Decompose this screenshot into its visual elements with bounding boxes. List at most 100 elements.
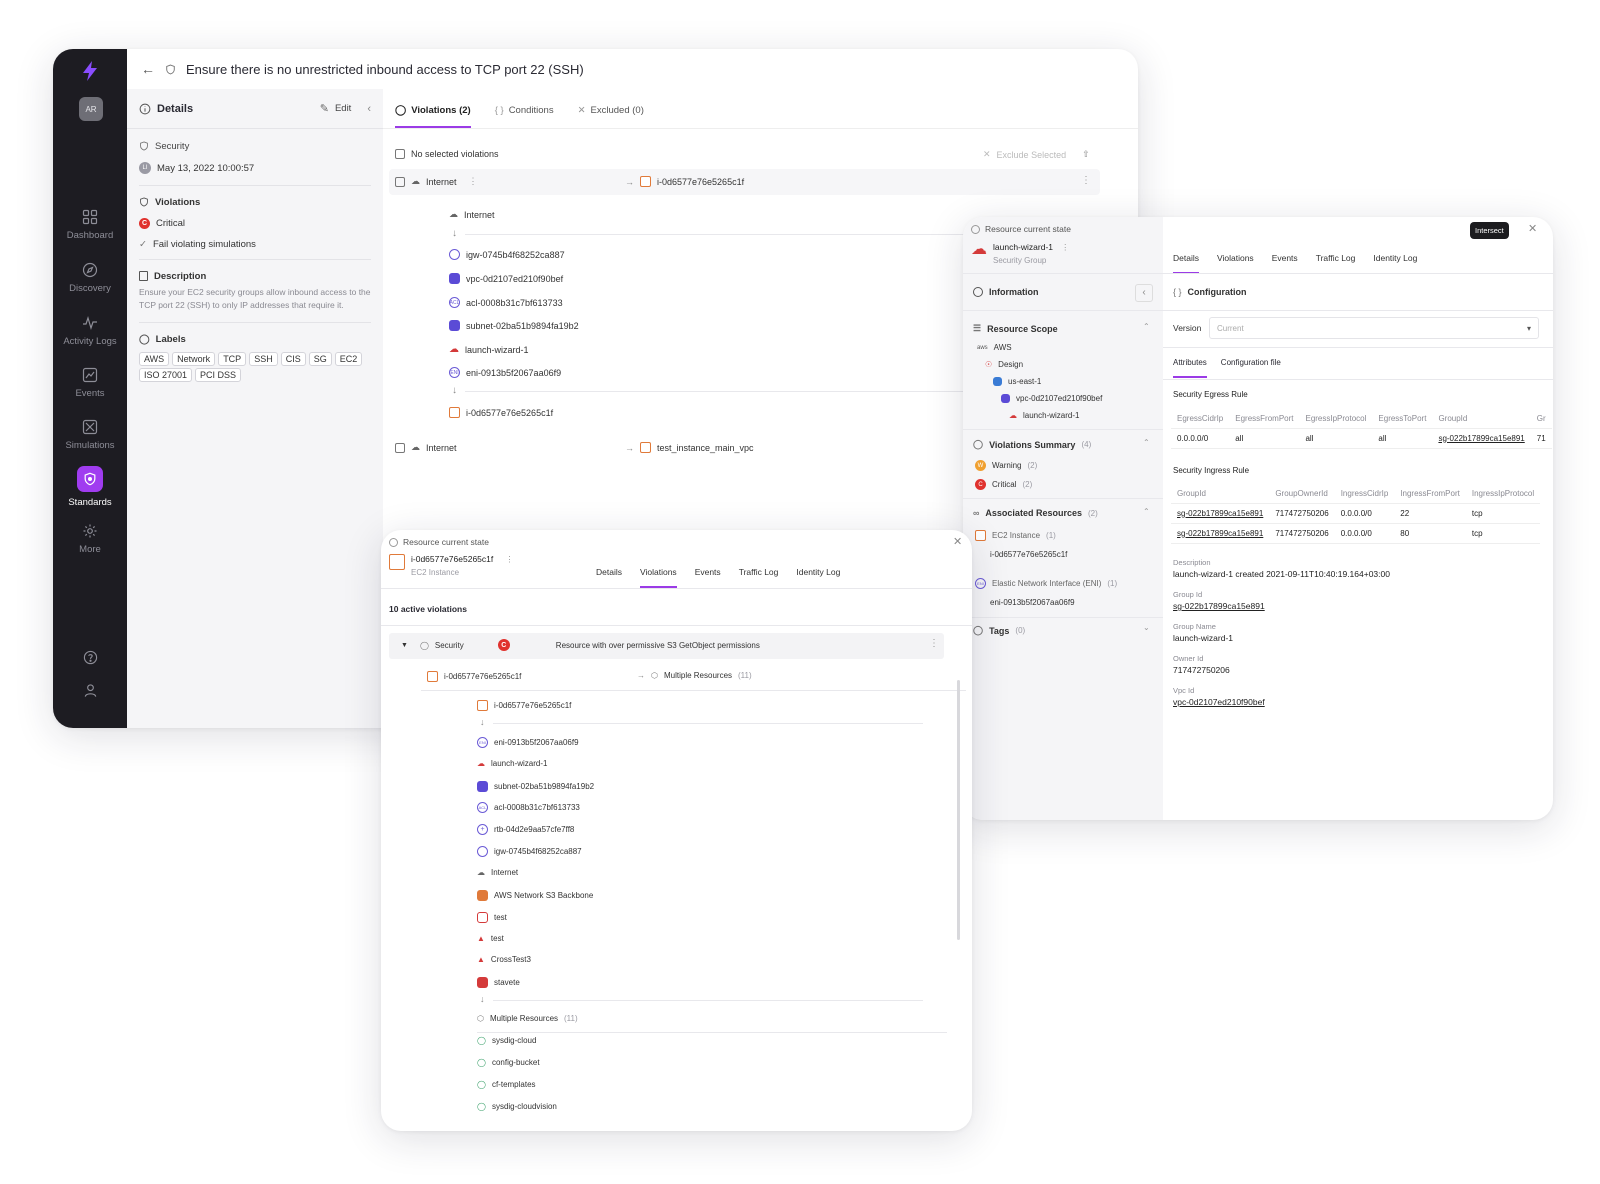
path-node[interactable]: ACL acl-0008b31c7bf613733 [449,297,563,308]
path-node[interactable]: subnet-02ba51b9894fa19b2 [449,320,579,331]
path-node[interactable]: test [477,912,507,923]
nav-discovery[interactable]: Discovery [53,262,127,294]
table-link[interactable]: sg-022b17899ca15e891 [1432,428,1530,448]
path-node[interactable]: ☁ Internet [477,868,518,877]
scope-item[interactable]: us-east-1 [993,377,1041,386]
subtab-config-file[interactable]: Configuration file [1221,358,1281,378]
help-icon[interactable] [53,650,127,665]
kv-link[interactable]: sg-022b17899ca15e891 [1173,601,1265,611]
bucket-item[interactable]: ◯ sysdig-cloudvision [477,1102,557,1111]
res1-tab-traffic-log[interactable]: Traffic Log [739,567,779,588]
back-arrow-icon[interactable]: ← [141,61,155,77]
nav-simulations[interactable]: Simulations [53,419,127,451]
edit-button[interactable]: Edit [335,103,351,114]
subtab-attributes[interactable]: Attributes [1173,358,1207,378]
nav-standards[interactable]: Standards [53,466,127,508]
nav-more[interactable]: More [53,523,127,555]
tab-conditions[interactable]: { } Conditions [495,105,554,128]
table-link[interactable]: sg-022b17899ca15e891 [1171,523,1269,543]
multiple-resources[interactable]: ⬡ Multiple Resources (11) [477,1014,578,1023]
label-chip[interactable]: AWS [139,352,170,366]
bucket-item[interactable]: ◯ config-bucket [477,1058,540,1067]
intersect-button[interactable]: Intersect [1470,222,1509,239]
row-checkbox[interactable] [395,176,405,187]
path-node[interactable]: igw-0745b4f68252ca887 [449,249,565,260]
path-node[interactable]: stavete [477,977,520,988]
label-chip[interactable]: EC2 [334,352,363,366]
warning-row[interactable]: W Warning (2) [975,460,1037,471]
close-icon[interactable]: ✕ [1528,222,1537,235]
res2-tab-identity-log[interactable]: Identity Log [1373,253,1417,274]
pencil-icon[interactable]: ✎ [320,102,329,115]
path-node[interactable]: ☁ Internet [449,209,495,220]
label-chip[interactable]: SSH [249,352,278,366]
res2-tab-violations[interactable]: Violations [1217,253,1254,274]
res1-tab-identity-log[interactable]: Identity Log [796,567,840,588]
path-node[interactable]: AWS Network S3 Backbone [477,890,593,901]
caret-down-icon[interactable]: ▼ [401,642,408,649]
res1-tab-details[interactable]: Details [596,567,622,588]
violations-summary-header[interactable]: ◯ Violations Summary (4) [973,439,1091,450]
row-menu-icon[interactable]: ⋮ [1081,175,1091,186]
logo-icon[interactable] [78,59,102,83]
path-node[interactable]: ACL acl-0008b31c7bf613733 [477,802,580,813]
table-link[interactable]: sg-022b17899ca15e891 [1171,503,1269,523]
res1-tab-events[interactable]: Events [695,567,721,588]
path-node[interactable]: ☁ launch-wizard-1 [477,759,547,768]
associated-header[interactable]: ∞ Associated Resources (2) [973,508,1098,518]
bucket-item[interactable]: ◯ sysdig-cloud [477,1036,536,1045]
scope-item[interactable]: ☁ launch-wizard-1 [1009,411,1079,420]
scope-item[interactable]: aws AWS [977,343,1012,352]
path-node[interactable]: subnet-02ba51b9894fa19b2 [477,781,594,792]
nav-dashboard[interactable]: Dashboard [53,209,127,241]
export-icon[interactable]: ⇧ [1082,149,1090,160]
select-all-checkbox[interactable] [395,149,405,159]
tab-excluded[interactable]: ✕ Excluded (0) [578,105,644,128]
bucket-item[interactable]: ◯ cf-templates [477,1080,536,1089]
close-icon[interactable]: ✕ [953,535,962,548]
res1-tab-violations[interactable]: Violations [639,567,677,588]
avatar[interactable]: AR [79,97,103,121]
critical-row[interactable]: C Critical (2) [975,479,1032,490]
tags-header[interactable]: ◯ Tags (0) [973,625,1025,636]
path-node[interactable]: ☁ launch-wizard-1 [449,344,529,355]
eni-id[interactable]: eni-0913b5f2067aa06f9 [990,598,1075,607]
path-node[interactable]: i-0d6577e76e5265c1f [449,407,553,418]
kebab-icon[interactable]: ⋮ [929,638,939,649]
row-checkbox[interactable] [395,442,405,453]
user-icon[interactable] [53,683,127,698]
scope-item[interactable]: vpc-0d2107ed210f90bef [1001,394,1102,403]
label-chip[interactable]: TCP [218,352,247,366]
exclude-selected[interactable]: ✕ Exclude Selected ⇧ [983,149,1090,160]
chevron-up-icon[interactable]: ⌃ [1143,507,1150,516]
scope-header[interactable]: ☰ Resource Scope [973,323,1058,334]
kebab-icon[interactable]: ⋮ [1061,242,1070,253]
kebab-icon[interactable]: ⋮ [505,554,514,565]
violation-from[interactable]: i-0d6577e76e5265c1f [427,671,521,682]
kebab-icon[interactable]: ⋮ [469,176,478,187]
label-chip[interactable]: ISO 27001 [139,368,193,382]
path-node[interactable]: i-0d6577e76e5265c1f [477,700,571,711]
res2-tab-details[interactable]: Details [1173,253,1199,274]
path-node[interactable]: ENI eni-0913b5f2067aa06f9 [449,367,561,378]
chevron-down-icon[interactable]: ⌄ [1143,623,1150,632]
path-node[interactable]: ▲ test [477,934,504,943]
kv-link[interactable]: vpc-0d2107ed210f90bef [1173,697,1265,707]
path-node[interactable]: + rtb-04d2e9aa57cfe7ff8 [477,824,574,835]
collapse-icon[interactable]: ‹ [1135,284,1153,302]
label-chip[interactable]: SG [308,352,332,366]
path-node[interactable]: ▲ CrossTest3 [477,955,531,964]
collapse-icon[interactable]: ‹ [367,103,371,115]
path-node[interactable]: ENI eni-0913b5f2067aa06f9 [477,737,579,748]
scrollbar[interactable] [957,680,960,940]
path-node[interactable]: igw-0745b4f68252ca887 [477,846,582,857]
chevron-up-icon[interactable]: ⌃ [1143,322,1150,331]
label-chip[interactable]: PCI DSS [195,368,242,382]
violation-row-1[interactable] [389,169,1100,195]
res2-tab-events[interactable]: Events [1272,253,1298,274]
label-chip[interactable]: Network [172,352,216,366]
violation-to[interactable]: → ⬡ Multiple Resources (11) [637,671,752,680]
nav-events[interactable]: Events [53,367,127,399]
label-chip[interactable]: CIS [280,352,306,366]
ec2-id[interactable]: i-0d6577e76e5265c1f [990,550,1067,559]
